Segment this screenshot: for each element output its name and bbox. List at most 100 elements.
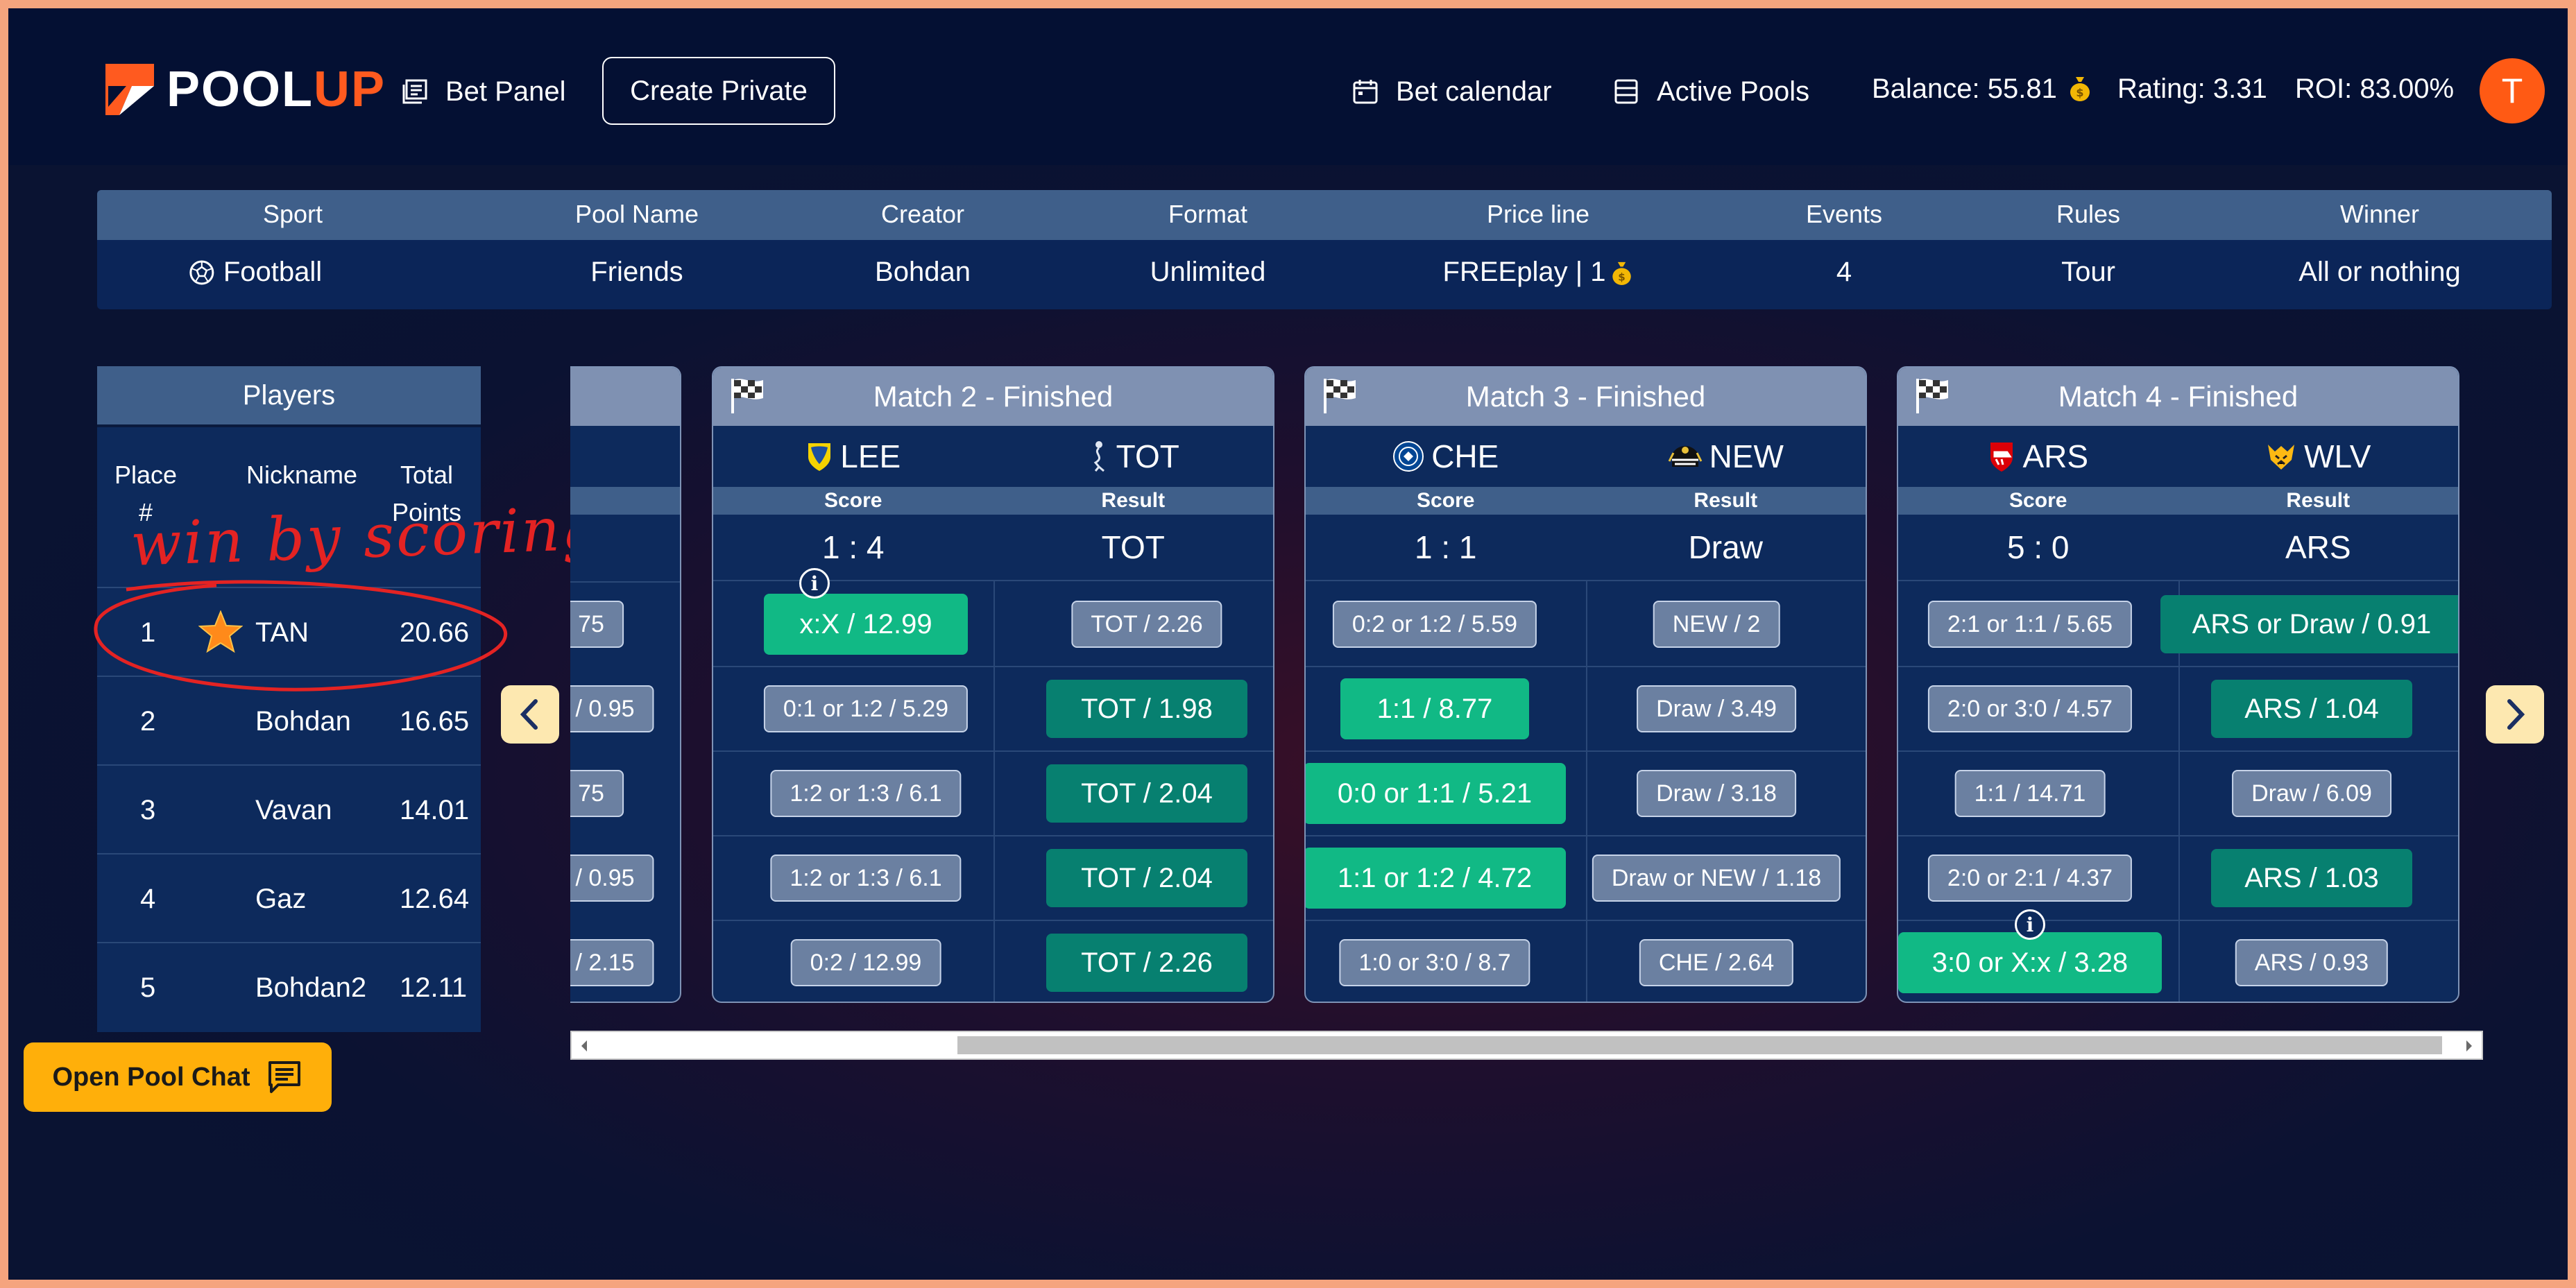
bet-chip-winning[interactable]: TOT / 2.04: [1046, 849, 1247, 907]
bet-chip-winning[interactable]: x:X / 12.99: [764, 594, 968, 655]
logo[interactable]: POOLUP: [99, 58, 386, 121]
match-header: Match 4 - Finished: [1898, 368, 2458, 426]
bet-chip[interactable]: 1:2 or 1:3 / 6.1: [770, 770, 962, 817]
bet-chip[interactable]: NEW / 2: [1653, 601, 1780, 648]
bets-grid: 0:2 or 1:2 / 5.59 1:1 / 8.77 0:0 or 1:1 …: [1306, 581, 1866, 1002]
away-team: NEW: [1586, 426, 1866, 487]
score-label: Score: [1417, 489, 1475, 512]
player-place: 4: [140, 884, 156, 914]
result-label: Result: [1694, 489, 1758, 512]
header-creator: Creator: [880, 200, 965, 228]
avatar[interactable]: T: [2480, 58, 2545, 123]
partial-panel-teams: [570, 426, 680, 487]
bet-chip[interactable]: 75: [570, 770, 624, 817]
bet-panel-link[interactable]: Bet Panel: [401, 57, 565, 126]
bet-chip-winning[interactable]: ARS / 1.04: [2211, 680, 2412, 738]
home-team: CHE: [1306, 426, 1586, 487]
scrollbar-thumb[interactable]: [957, 1036, 2442, 1054]
active-pools-link[interactable]: Active Pools: [1612, 57, 1809, 126]
scroll-right-arrow-icon: [2466, 1040, 2472, 1051]
final-score: 5 : 0: [2006, 529, 2070, 565]
player-row[interactable]: 5 Bohdan2 12.11: [97, 942, 481, 1032]
away-team-code: TOT: [1116, 438, 1179, 474]
bet-chip-winning[interactable]: 1:1 or 1:2 / 4.72: [1306, 848, 1566, 909]
chevron-left-icon: [520, 699, 538, 730]
final-score: 1 : 4: [821, 529, 885, 565]
bet-chip[interactable]: 1:0 or 3:0 / 8.7: [1339, 939, 1530, 986]
match-header: Match 2 - Finished: [713, 368, 1273, 426]
player-nickname: Bohdan2: [255, 972, 367, 1003]
bet-chip[interactable]: 1:1 / 14.71: [1954, 770, 2106, 817]
scroll-left-button[interactable]: [501, 685, 559, 744]
header-price-line: Price line: [1486, 200, 1590, 228]
score-label: Score: [824, 489, 882, 512]
player-nickname: Gaz: [255, 884, 307, 914]
bet-chip[interactable]: / 0.95: [570, 855, 654, 902]
header-events: Events: [1805, 200, 1883, 228]
teams-row: ARS WLV: [1898, 426, 2458, 487]
teams-row: CHE NEW: [1306, 426, 1866, 487]
header-sport: Sport: [262, 200, 323, 228]
bet-chip[interactable]: Draw / 6.09: [2232, 770, 2391, 817]
bet-chip[interactable]: CHE / 2.64: [1639, 939, 1794, 986]
bet-chip[interactable]: / 0.95: [570, 685, 654, 732]
active-pools-label: Active Pools: [1657, 76, 1810, 107]
bet-chip[interactable]: 0:2 or 1:2 / 5.59: [1332, 601, 1537, 648]
bet-chip[interactable]: Draw / 3.18: [1637, 770, 1796, 817]
bet-chip[interactable]: 1:2 or 1:3 / 6.1: [770, 855, 962, 902]
bet-chip[interactable]: 0:1 or 1:2 / 5.29: [763, 685, 969, 732]
player-nickname: Vavan: [255, 795, 332, 825]
annotation-ellipse: [94, 580, 508, 692]
bet-chip[interactable]: 0:2 / 12.99: [790, 939, 941, 986]
player-place: 2: [140, 706, 156, 737]
bet-chip-winning[interactable]: ARS / 1.03: [2211, 849, 2412, 907]
open-pool-chat-button[interactable]: Open Pool Chat: [24, 1042, 332, 1112]
bet-chip[interactable]: 2:1 or 1:1 / 5.65: [1927, 601, 2133, 648]
calendar-icon: [1353, 80, 1378, 104]
home-team-code: LEE: [840, 438, 901, 474]
score-result-subheader: Score Result: [1898, 487, 2458, 515]
bet-chip-winning[interactable]: TOT / 2.04: [1046, 764, 1247, 823]
player-nickname: Bohdan: [255, 706, 351, 737]
value-pool-name: Friends: [590, 257, 683, 287]
header-winner: Winner: [2339, 200, 2420, 228]
coin-bag-icon: $: [1612, 261, 1631, 285]
checkered-flag-icon: [731, 379, 763, 413]
bet-chip[interactable]: / 2.15: [570, 939, 654, 986]
bet-chip-winning[interactable]: TOT / 1.98: [1046, 680, 1247, 738]
bet-chip[interactable]: Draw or NEW / 1.18: [1592, 855, 1841, 902]
partial-panel-header: [570, 368, 680, 426]
bet-chip-winning[interactable]: ARS or Draw / 0.91: [2160, 595, 2458, 653]
bet-chip[interactable]: 75: [570, 601, 624, 648]
match-title: Match 3 - Finished: [1465, 380, 1706, 413]
match-2-panel: Match 2 - Finished LEE TOT Score Result …: [712, 366, 1274, 1003]
home-team-code: CHE: [1431, 438, 1499, 474]
leeds-crest-icon: [808, 443, 831, 471]
player-row[interactable]: 4 Gaz 12.64: [97, 853, 481, 943]
scroll-right-button[interactable]: [2486, 685, 2544, 744]
bet-chip[interactable]: 2:0 or 3:0 / 4.57: [1927, 685, 2133, 732]
bet-chip[interactable]: TOT / 2.26: [1071, 601, 1222, 648]
bet-calendar-link[interactable]: Bet calendar: [1351, 57, 1552, 126]
info-icon[interactable]: i: [799, 568, 830, 599]
player-points: 16.65: [400, 706, 470, 737]
bet-chip[interactable]: 2:0 or 2:1 / 4.37: [1927, 855, 2133, 902]
horizontal-scrollbar[interactable]: [570, 1031, 2483, 1060]
away-team: TOT: [993, 426, 1274, 487]
value-creator: Bohdan: [875, 257, 971, 287]
coin-bag-icon: $: [2070, 77, 2090, 101]
score-label: Score: [2009, 489, 2067, 512]
bet-chip[interactable]: ARS / 0.93: [2235, 939, 2389, 986]
info-icon[interactable]: i: [2015, 909, 2045, 940]
bet-chip-winning[interactable]: 3:0 or X:x / 3.28: [1898, 932, 2162, 993]
match-title: Match 4 - Finished: [2058, 380, 2298, 413]
bet-chip-winning[interactable]: TOT / 2.26: [1046, 934, 1247, 992]
tottenham-crest-icon: [1093, 441, 1104, 472]
bet-chip-winning[interactable]: 1:1 / 8.77: [1340, 678, 1529, 739]
header-rules: Rules: [2056, 200, 2121, 228]
player-row[interactable]: 3 Vavan 14.01: [97, 764, 481, 855]
bet-chip-winning[interactable]: 0:0 or 1:1 / 5.21: [1306, 763, 1566, 824]
bet-chip[interactable]: Draw / 3.49: [1637, 685, 1796, 732]
teams-row: LEE TOT: [713, 426, 1273, 487]
create-private-button[interactable]: Create Private: [602, 57, 835, 125]
